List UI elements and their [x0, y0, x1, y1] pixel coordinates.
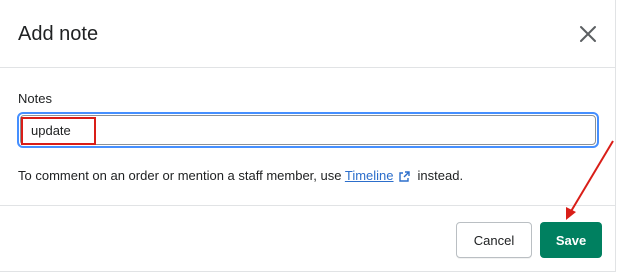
- helper-text: To comment on an order or mention a staf…: [18, 168, 463, 185]
- dialog-title: Add note: [18, 23, 99, 45]
- save-button[interactable]: Save: [540, 222, 602, 258]
- notes-focus-ring: [17, 112, 599, 148]
- add-note-dialog: Add note Notes To comment on an order or…: [0, 0, 616, 272]
- helper-suffix: instead.: [417, 168, 464, 183]
- cancel-button[interactable]: Cancel: [456, 222, 532, 258]
- close-button[interactable]: [574, 20, 602, 48]
- notes-input[interactable]: [20, 115, 596, 145]
- notes-label: Notes: [18, 91, 52, 106]
- dialog-footer: Cancel Save: [0, 206, 616, 272]
- timeline-link[interactable]: Timeline: [345, 168, 394, 183]
- dialog-header: Add note: [0, 0, 616, 68]
- external-link-icon[interactable]: [398, 170, 410, 185]
- close-icon: [580, 26, 596, 42]
- helper-prefix: To comment on an order or mention a staf…: [18, 168, 342, 183]
- dialog-body: Notes To comment on an order or mention …: [0, 68, 616, 206]
